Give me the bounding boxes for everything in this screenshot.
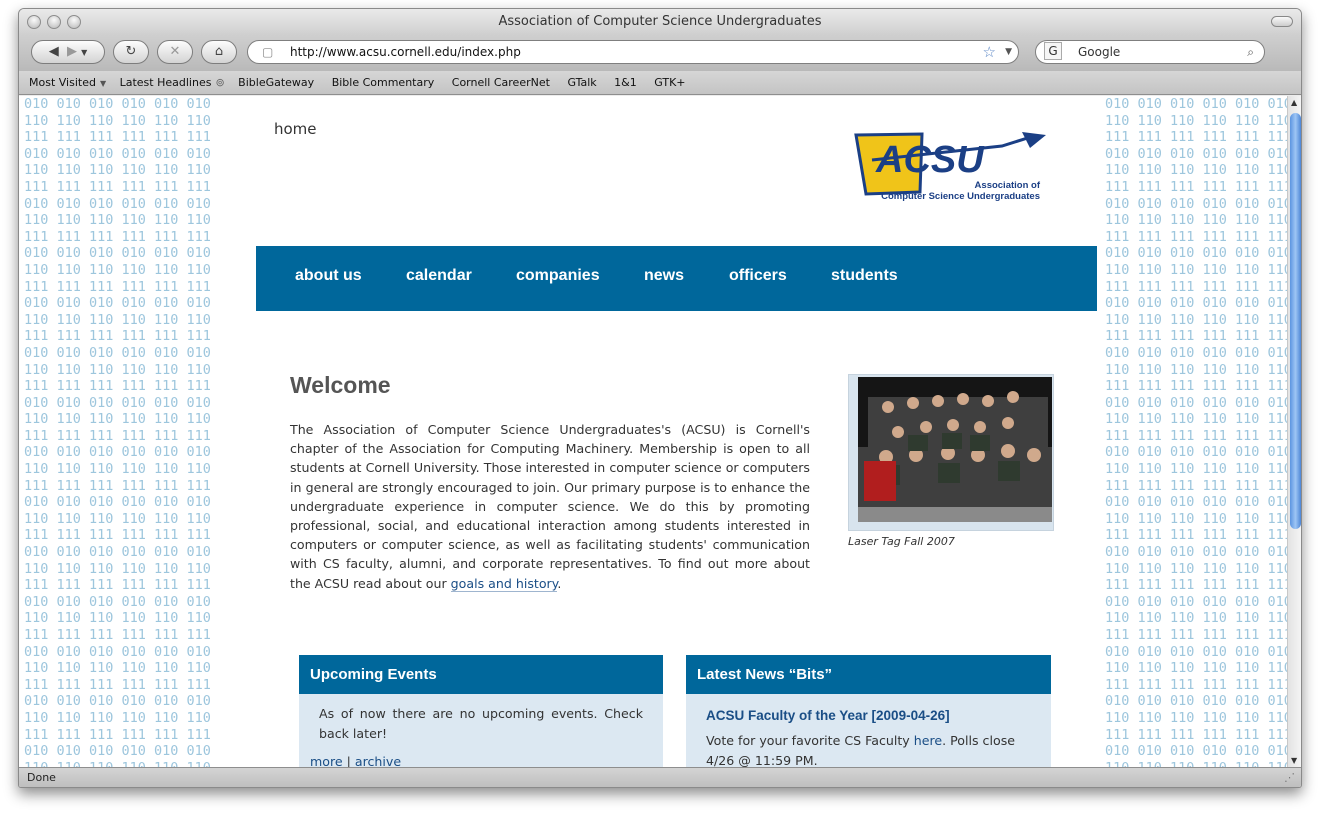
events-more-link[interactable]: more (310, 754, 343, 767)
resize-grip-icon[interactable]: ⋰ (1284, 768, 1295, 787)
acsu-logo-graphic: ACSU Association of Computer Science Und… (854, 132, 1046, 202)
intro-end: . (557, 575, 562, 591)
toolbar-toggle-button[interactable] (1271, 16, 1293, 27)
zoom-window-button[interactable] (67, 15, 81, 29)
logo-line2: Computer Science Undergraduates (881, 191, 1040, 202)
intro-paragraph: The Association of Computer Science Unde… (290, 420, 810, 593)
window-title: Association of Computer Science Undergra… (498, 14, 822, 29)
news-text-before: Vote for your favorite CS Faculty (706, 733, 914, 748)
laser-tag-photo (848, 374, 1054, 531)
latest-news-box: Latest News “Bits” ACSU Faculty of the Y… (686, 655, 1051, 767)
vertical-scrollbar[interactable]: ▲ ▼ (1287, 96, 1301, 767)
bookmark-latest-headlines[interactable]: Latest Headlines (120, 76, 212, 89)
bookmark-biblegateway[interactable]: BibleGateway (238, 76, 314, 89)
scroll-down-icon[interactable]: ▼ (1291, 756, 1297, 765)
bookmark-cornell-careernet[interactable]: Cornell CareerNet (452, 76, 550, 89)
events-archive-link[interactable]: archive (354, 754, 402, 767)
logo-line1: Association of (975, 180, 1041, 191)
back-forward-buttons[interactable]: ◀ ▶ ▼ (31, 40, 105, 64)
binary-background-right: 010 010 010 010 010 010 110 110 110 110 … (1105, 96, 1287, 767)
browser-window: Association of Computer Science Undergra… (18, 8, 1302, 788)
rss-icon: ⊚ (215, 76, 225, 89)
back-icon[interactable]: ◀ (49, 44, 59, 59)
acsu-logo[interactable]: ACSU Association of Computer Science Und… (852, 132, 1048, 208)
title-bar: Association of Computer Science Undergra… (19, 9, 1301, 35)
intro-text: The Association of Computer Science Unde… (290, 422, 810, 591)
status-bar: Done ⋰ (19, 767, 1301, 787)
bookmark-bible-commentary[interactable]: Bible Commentary (332, 76, 435, 89)
home-icon: ⌂ (214, 44, 224, 59)
news-item-title[interactable]: ACSU Faculty of the Year [2009-04-26] (686, 694, 1051, 727)
page-content: home ACSU Association of Computer Scienc… (256, 96, 1097, 767)
home-link[interactable]: home (274, 120, 317, 138)
upcoming-events-title: Upcoming Events (299, 655, 663, 694)
reload-button[interactable]: ↻ (113, 40, 149, 64)
main-nav: about us calendar companies news officer… (256, 246, 1097, 311)
nav-calendar[interactable]: calendar (406, 267, 472, 285)
nav-companies[interactable]: companies (516, 267, 600, 285)
minimize-window-button[interactable] (47, 15, 61, 29)
bookmark-gtk[interactable]: GTK+ (654, 76, 685, 89)
home-button[interactable]: ⌂ (201, 40, 237, 64)
news-here-link[interactable]: here (914, 733, 942, 748)
nav-officers[interactable]: officers (729, 267, 787, 285)
forward-icon[interactable]: ▶ (67, 44, 77, 59)
upcoming-events-box: Upcoming Events As of now there are no u… (299, 655, 663, 767)
history-dropdown-icon[interactable]: ▼ (81, 48, 87, 57)
url-bar[interactable]: ▢ http://www.acsu.cornell.edu/index.php … (247, 40, 1019, 64)
search-bar[interactable]: G Google ⌕ (1035, 40, 1265, 64)
logo-text: ACSU (875, 139, 985, 181)
bookmark-most-visited[interactable]: Most Visited (29, 76, 96, 89)
nav-about-us[interactable]: about us (295, 267, 362, 285)
url-text[interactable]: http://www.acsu.cornell.edu/index.php (290, 45, 521, 59)
google-icon[interactable]: G (1044, 42, 1062, 60)
bookmark-gtalk[interactable]: GTalk (567, 76, 596, 89)
news-item-text: Vote for your favorite CS Faculty here. … (686, 727, 1051, 767)
stop-icon: ✕ (169, 44, 181, 59)
binary-background-left: 010 010 010 010 010 010 110 110 110 110 … (24, 96, 211, 767)
url-dropdown-icon[interactable]: ▼ (1005, 41, 1012, 63)
page-icon: ▢ (262, 45, 274, 59)
events-link-separator: | (342, 754, 355, 767)
welcome-heading: Welcome (290, 372, 391, 398)
close-window-button[interactable] (27, 15, 41, 29)
search-engine-label: Google (1078, 45, 1121, 59)
scrollbar-thumb[interactable] (1290, 113, 1301, 529)
bookmarks-bar: Most Visited ▼ Latest Headlines ⊚ BibleGat… (19, 71, 1301, 95)
browser-toolbar: ◀ ▶ ▼ ↻ ✕ ⌂ ▢ http://www.acsu.cornell.ed… (19, 35, 1301, 71)
upcoming-events-text: As of now there are no upcoming events. … (319, 706, 643, 741)
status-text: Done (27, 771, 56, 784)
dropdown-icon: ▼ (99, 79, 107, 88)
bookmark-star-icon[interactable]: ☆ (983, 41, 996, 63)
photo-caption: Laser Tag Fall 2007 (848, 535, 955, 548)
page-viewport: 010 010 010 010 010 010 110 110 110 110 … (19, 96, 1287, 767)
group-photo (858, 377, 1052, 522)
stop-button[interactable]: ✕ (157, 40, 193, 64)
scroll-up-icon[interactable]: ▲ (1291, 98, 1297, 107)
search-icon[interactable]: ⌕ (1247, 41, 1254, 63)
bookmark-1and1[interactable]: 1&1 (614, 76, 637, 89)
nav-students[interactable]: students (831, 267, 898, 285)
events-links: more | archive (299, 754, 663, 767)
nav-news[interactable]: news (644, 267, 684, 285)
goals-history-link[interactable]: goals and history (450, 575, 558, 592)
reload-icon: ↻ (125, 44, 137, 59)
latest-news-title: Latest News “Bits” (686, 655, 1051, 694)
